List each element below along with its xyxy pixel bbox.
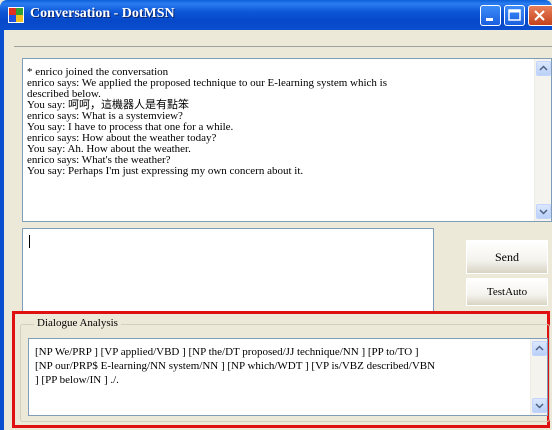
maximize-icon bbox=[508, 9, 521, 21]
close-icon bbox=[534, 10, 545, 21]
conversation-log[interactable]: * enrico joined the conversation enrico … bbox=[22, 58, 552, 222]
conversation-scrollbar[interactable] bbox=[534, 59, 551, 221]
minimize-icon bbox=[486, 18, 493, 21]
app-icon bbox=[8, 7, 24, 23]
send-button[interactable]: Send bbox=[466, 240, 548, 274]
analysis-line: ] [PP below/IN ] ./. bbox=[35, 374, 119, 386]
minimize-button[interactable] bbox=[480, 5, 501, 26]
analysis-scroll-up-button[interactable] bbox=[532, 341, 547, 356]
scroll-up-button[interactable] bbox=[536, 61, 551, 76]
scroll-down-button[interactable] bbox=[536, 204, 551, 219]
conversation-line: You say: Perhaps I'm just expressing my … bbox=[27, 165, 304, 177]
dialogue-analysis-label: Dialogue Analysis bbox=[34, 317, 121, 329]
conversation-text: * enrico joined the conversation enrico … bbox=[27, 67, 517, 177]
scroll-up-icon bbox=[539, 65, 548, 71]
window-frame bbox=[0, 30, 4, 430]
analysis-line: [NP We/PRP ] [VP applied/VBD ] [NP the/D… bbox=[35, 346, 419, 358]
title-bar[interactable]: Conversation - DotMSN bbox=[0, 0, 552, 30]
analysis-scroll-down-button[interactable] bbox=[532, 398, 547, 413]
testauto-button[interactable]: TestAuto bbox=[466, 278, 548, 306]
dialogue-analysis-output[interactable]: [NP We/PRP ] [VP applied/VBD ] [NP the/D… bbox=[28, 338, 548, 416]
message-input[interactable] bbox=[22, 228, 434, 312]
scroll-down-icon bbox=[535, 403, 544, 409]
window-title: Conversation - DotMSN bbox=[30, 6, 175, 21]
text-caret bbox=[29, 235, 30, 248]
scroll-up-icon bbox=[535, 345, 544, 351]
scroll-down-icon bbox=[539, 209, 548, 215]
analysis-scrollbar[interactable] bbox=[530, 339, 547, 415]
analysis-line: [NP our/PRP$ E-learning/NN system/NN ] [… bbox=[35, 360, 436, 372]
close-button[interactable] bbox=[528, 5, 552, 26]
maximize-button[interactable] bbox=[504, 5, 525, 26]
analysis-text: [NP We/PRP ] [VP applied/VBD ] [NP the/D… bbox=[35, 345, 525, 387]
conversation-window: Conversation - DotMSN * enrico joined th… bbox=[0, 0, 552, 430]
